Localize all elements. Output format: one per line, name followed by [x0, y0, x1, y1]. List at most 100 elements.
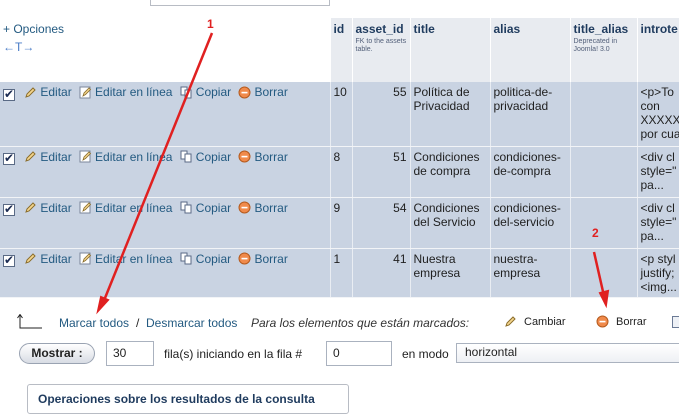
inline-edit-link[interactable]: Editar en línea [79, 85, 172, 99]
copy-label: Copiar [195, 251, 232, 266]
cell-asset-id: 54 [352, 197, 411, 249]
column-header-id[interactable]: id [330, 18, 353, 82]
cell-id: 9 [330, 197, 353, 249]
column-header-asset-id[interactable]: asset_id FK to the assets table. [352, 18, 411, 82]
pencil-icon [25, 151, 37, 162]
row-checkbox[interactable] [3, 87, 15, 101]
bulk-change-button[interactable]: Cambiar [504, 315, 566, 328]
edit-label: Editar [40, 85, 72, 99]
column-header-title-alias[interactable]: title_alias Deprecated in Joomla! 3.0 [570, 18, 638, 82]
copy-label: Copiar [195, 200, 232, 215]
column-header-title[interactable]: title [410, 18, 491, 82]
pencil-icon [25, 86, 37, 98]
cell-id: 10 [330, 82, 353, 147]
inline-edit-label: Editar en línea [95, 251, 173, 266]
inline-edit-link[interactable]: Editar en línea [79, 201, 172, 215]
delete-link[interactable]: Borrar [238, 85, 288, 99]
delete-icon [238, 201, 251, 214]
inline-edit-link[interactable]: Editar en línea [79, 150, 172, 164]
cell-id: 8 [330, 146, 353, 198]
copy-label: Copiar [195, 85, 232, 99]
cell-asset-id: 41 [352, 248, 411, 298]
cell-title-alias [570, 248, 638, 298]
cell-title-alias [570, 82, 638, 147]
copy-link[interactable]: Copiar [180, 150, 231, 164]
row-actions: Editar Editar en línea Copiar Borrar [0, 197, 331, 249]
delete-link[interactable]: Borrar [238, 150, 288, 164]
copy-link[interactable]: Copiar [180, 252, 231, 266]
inline-edit-icon [79, 86, 92, 98]
row-actions: Editar Editar en línea Copiar Borrar [0, 82, 331, 147]
cell-title: Nuestra empresa [410, 248, 491, 298]
results-table: + Opciones ←T→ id asset_id FK to the asse… [0, 18, 679, 298]
column-label: title_alias [573, 22, 629, 36]
cell-introtext: <p styl justify; <img... [637, 248, 679, 298]
delete-label: Borrar [254, 85, 288, 99]
cell-alias: nuestra-empresa [490, 248, 571, 298]
copy-link[interactable]: Copiar [180, 85, 231, 99]
column-label: introte [640, 22, 678, 36]
cell-title: Política de Privacidad [410, 82, 491, 147]
cell-alias: condiciones-de-compra [490, 146, 571, 198]
column-label: asset_id [355, 22, 404, 36]
top-frame-box [150, 0, 330, 6]
copy-link[interactable]: Copiar [180, 201, 231, 215]
row-checkbox[interactable] [3, 202, 15, 216]
column-note: Deprecated in Joomla! 3.0 [573, 38, 618, 53]
edit-link[interactable]: Editar [24, 150, 72, 164]
show-button[interactable]: Mostrar : [19, 343, 95, 364]
with-selected-label: Para los elementos que están marcados: [251, 316, 470, 330]
edit-label: Editar [40, 251, 72, 266]
column-label: alias [493, 22, 521, 36]
delete-icon [596, 315, 609, 328]
table-row: Editar Editar en línea Copiar Borrar 9 5… [0, 197, 679, 249]
delete-icon [238, 150, 251, 163]
row-checkbox[interactable] [3, 253, 15, 267]
delete-link[interactable]: Borrar [238, 201, 288, 215]
start-row-input[interactable]: 0 [326, 341, 392, 366]
options-link[interactable]: + Opciones [3, 22, 64, 36]
check-separator: / [136, 316, 140, 330]
uncheck-all-link[interactable]: Desmarcar todos [146, 316, 237, 330]
column-label: title [413, 22, 435, 36]
row-actions: Editar Editar en línea Copiar Borrar [0, 248, 331, 298]
edit-link[interactable]: Editar [24, 85, 72, 99]
column-header-alias[interactable]: alias [490, 18, 571, 82]
delete-icon [238, 86, 251, 98]
inline-edit-icon [79, 252, 92, 265]
rows-label: fila(s) iniciando en la fila # [164, 347, 303, 361]
edit-label: Editar [40, 200, 72, 215]
table-header-row: + Opciones ←T→ id asset_id FK to the asse… [0, 18, 679, 82]
column-header-introtext[interactable]: introte [637, 18, 679, 82]
cell-asset-id: 55 [352, 82, 411, 147]
check-all-link[interactable]: Marcar todos [59, 316, 129, 330]
delete-icon [238, 252, 251, 265]
check-all-arrow-icon [17, 314, 42, 329]
cell-title-alias [570, 146, 638, 198]
row-checkbox[interactable] [3, 151, 15, 165]
inline-edit-link[interactable]: Editar en línea [79, 252, 172, 266]
mode-select[interactable]: horizontal [456, 343, 679, 363]
export-icon[interactable] [672, 316, 679, 328]
cell-id: 1 [330, 248, 353, 298]
copy-icon [180, 252, 192, 265]
edit-link[interactable]: Editar [24, 200, 72, 215]
delete-link[interactable]: Borrar [238, 252, 288, 266]
column-label: id [333, 22, 345, 36]
copy-icon [180, 150, 192, 163]
table-row: Editar Editar en línea Copiar Borrar 10 … [0, 82, 679, 147]
edit-link[interactable]: Editar [24, 251, 72, 266]
table-row: Editar Editar en línea Copiar Borrar 1 4… [0, 248, 679, 298]
copy-icon [180, 86, 192, 98]
cell-introtext: <div cl style=" pa... [637, 197, 679, 249]
copy-label: Copiar [195, 149, 232, 164]
bulk-delete-button[interactable]: Borrar [596, 315, 647, 328]
annotation-marker-2: 2 [592, 226, 599, 240]
inline-edit-icon [79, 150, 92, 163]
query-operations-title: Operaciones sobre los resultados de la c… [38, 392, 315, 406]
cell-title: Condiciones del Servicio [410, 197, 491, 249]
sort-arrows-icon[interactable]: ←T→ [3, 40, 327, 54]
rows-count-input[interactable]: 30 [106, 341, 154, 366]
cell-introtext: <div cl style=" pa... [637, 146, 679, 198]
bulk-change-label: Cambiar [524, 315, 566, 328]
